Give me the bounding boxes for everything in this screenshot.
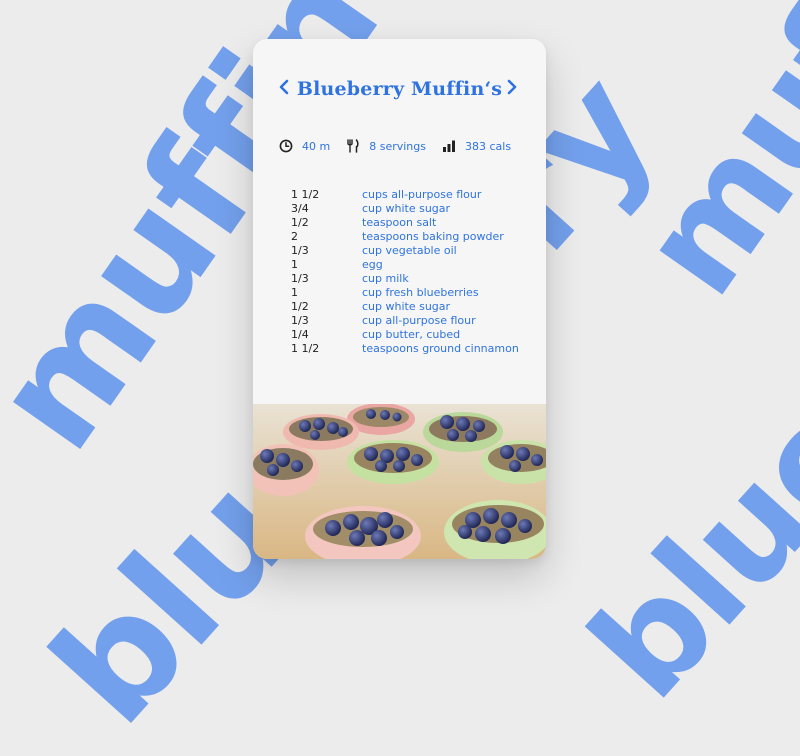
ingredient-row: 1/3 cup vegetable oil (291, 244, 536, 258)
ingredient-name: cup fresh blueberries (362, 286, 479, 299)
recipe-title: Blueberry Muffin‘s (296, 78, 503, 100)
ingredient-row: 1/3 cup all-purpose flour (291, 314, 536, 328)
ingredient-name: teaspoon salt (362, 216, 437, 229)
ingredient-row: 1/2 cup white sugar (291, 300, 536, 314)
ingredient-name: cups all-purpose flour (362, 188, 482, 201)
ingredient-quantity: 1/3 (291, 314, 309, 327)
ingredient-name: teaspoons baking powder (362, 230, 504, 243)
ingredient-name: egg (362, 258, 383, 271)
calories-value: 383 cals (465, 139, 512, 153)
ingredient-quantity: 1/2 (291, 300, 309, 313)
ingredient-name: cup milk (362, 272, 409, 285)
ingredient-row: 2 teaspoons baking powder (291, 230, 536, 244)
ingredient-name: cup white sugar (362, 202, 451, 215)
ingredient-quantity: 1 (291, 258, 298, 271)
bar-chart-icon (443, 140, 455, 152)
servings-info: 8 servings (346, 139, 426, 153)
ingredient-name: cup butter, cubed (362, 328, 461, 341)
ingredient-quantity: 1/3 (291, 244, 309, 257)
ingredient-row: 1/4 cup butter, cubed (291, 328, 536, 342)
muffin-photo (253, 404, 546, 559)
time-value: 40 m (302, 139, 331, 153)
ingredient-quantity: 1 1/2 (291, 188, 320, 201)
fork-knife-icon (347, 139, 359, 153)
recipe-meta: 40 m 8 servings 383 cals (279, 137, 526, 155)
ingredient-row: 1 1/2 teaspoons ground cinnamon (291, 342, 536, 356)
clock-icon (279, 139, 293, 153)
ingredient-name: cup all-purpose flour (362, 314, 476, 327)
ingredient-row: 1 egg (291, 258, 536, 272)
ingredient-quantity: 1/4 (291, 328, 309, 341)
ingredient-name: teaspoons ground cinnamon (362, 342, 519, 355)
ingredient-row: 1 1/2 cups all-purpose flour (291, 188, 536, 202)
ingredient-name: cup vegetable oil (362, 244, 457, 257)
ingredient-quantity: 1/3 (291, 272, 309, 285)
ingredients-list: 1 1/2 cups all-purpose flour 3/4 cup white… (291, 188, 536, 356)
ingredient-quantity: 1/2 (291, 216, 309, 229)
ingredient-row: 3/4 cup white sugar (291, 202, 536, 216)
recipe-card: Blueberry Muffin‘s 40 m 8 servings 383 c… (253, 39, 546, 559)
chevron-right-icon[interactable] (502, 77, 522, 97)
ingredient-quantity: 1 (291, 286, 298, 299)
recipe-header: Blueberry Muffin‘s (253, 75, 546, 103)
chevron-left-icon[interactable] (274, 77, 294, 97)
ingredient-row: 1/3 cup milk (291, 272, 536, 286)
ingredient-quantity: 3/4 (291, 202, 309, 215)
calories-info: 383 cals (442, 139, 511, 153)
ingredient-name: cup white sugar (362, 300, 451, 313)
ingredient-quantity: 1 1/2 (291, 342, 320, 355)
time-info: 40 m (279, 139, 330, 153)
ingredient-row: 1/2 teaspoon salt (291, 216, 536, 230)
ingredient-row: 1 cup fresh blueberries (291, 286, 536, 300)
servings-value: 8 servings (369, 139, 426, 153)
ingredient-quantity: 2 (291, 230, 298, 243)
